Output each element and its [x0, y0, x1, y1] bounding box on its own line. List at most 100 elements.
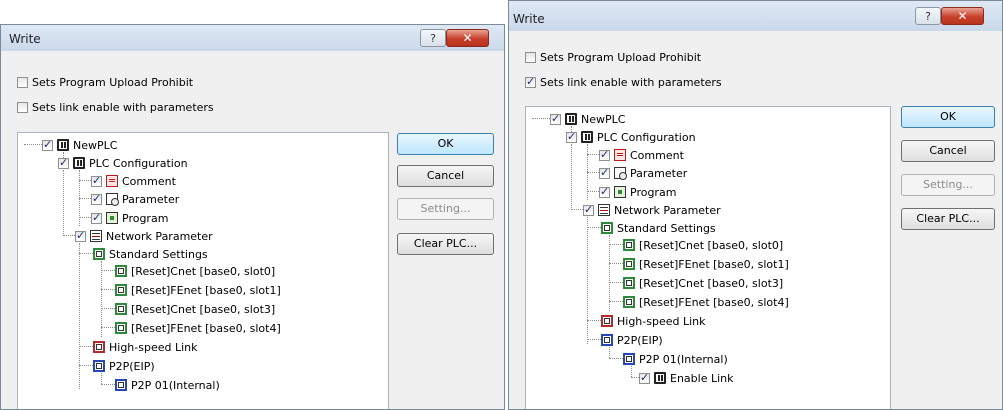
tree-node-standard-settings[interactable]: Standard Settings — [601, 220, 716, 236]
cancel-button[interactable]: Cancel — [397, 165, 494, 187]
tree-node-network-parameter[interactable]: Network Parameter — [75, 228, 213, 244]
module-icon — [601, 315, 613, 327]
tree-node-enable-link[interactable]: Enable Link — [639, 370, 734, 386]
module-icon — [623, 258, 635, 270]
tree-node-label: [Reset]FEnet [base0, slot4] — [639, 295, 789, 309]
upload-prohibit-option[interactable]: Sets Program Upload Prohibit — [525, 51, 701, 64]
plc-icon — [565, 113, 577, 125]
write-dialog-right: Write ? ✕ Sets Program Upload Prohibit S… — [508, 0, 1003, 410]
tree-checkbox[interactable] — [599, 148, 610, 161]
tree-node-parameter[interactable]: Parameter — [599, 165, 687, 181]
tree-node-label: Network Parameter — [106, 229, 213, 243]
tree-checkbox[interactable] — [566, 130, 577, 143]
tree-node-label: [Reset]FEnet [base0, slot4] — [131, 321, 281, 335]
tree-node-plc-configuration[interactable]: PLC Configuration — [58, 155, 188, 171]
plc-icon — [581, 131, 593, 143]
tree-checkbox[interactable] — [91, 174, 102, 187]
tree-node-label: High-speed Link — [109, 340, 198, 354]
module-icon — [115, 284, 127, 296]
link-enable-option[interactable]: Sets link enable with parameters — [17, 101, 214, 114]
tree-node-plc-configuration[interactable]: PLC Configuration — [566, 129, 696, 145]
tree-node-label: P2P 01(Internal) — [639, 352, 728, 366]
upload-prohibit-checkbox[interactable] — [17, 77, 28, 88]
upload-prohibit-label: Sets Program Upload Prohibit — [32, 76, 194, 89]
cancel-button[interactable]: Cancel — [901, 140, 995, 162]
tree-node-p2p-01-internal[interactable]: P2P 01(Internal) — [115, 377, 220, 393]
tree-node-high-speed-link[interactable]: High-speed Link — [93, 339, 198, 355]
write-tree[interactable]: NewPLC PLC Configuration Comment Paramet… — [525, 106, 891, 409]
tree-node-label: Comment — [122, 174, 176, 188]
upload-prohibit-checkbox[interactable] — [525, 52, 536, 63]
tree-checkbox[interactable] — [91, 192, 102, 205]
tree-node-label: Comment — [630, 148, 684, 162]
tree-node-label: Parameter — [630, 166, 688, 180]
tree-node-cnet-slot0[interactable]: [Reset]Cnet [base0, slot0] — [623, 237, 783, 253]
tree-node-p2p-01-internal[interactable]: P2P 01(Internal) — [623, 351, 728, 367]
tree-node-fenet-slot4[interactable]: [Reset]FEnet [base0, slot4] — [623, 294, 789, 310]
write-tree[interactable]: NewPLC PLC Configuration Comment Paramet… — [17, 132, 389, 409]
tree-node-cnet-slot0[interactable]: [Reset]Cnet [base0, slot0] — [115, 263, 275, 279]
comment-icon — [106, 175, 118, 187]
module-icon — [115, 303, 127, 315]
tree-node-label: Enable Link — [670, 371, 734, 385]
link-enable-checkbox[interactable] — [525, 75, 536, 88]
setting-button[interactable]: Setting... — [901, 174, 995, 196]
tree-checkbox[interactable] — [583, 203, 594, 216]
tree-node-comment[interactable]: Comment — [91, 173, 176, 189]
ok-button[interactable]: OK — [397, 133, 494, 155]
dialog-title: Write — [513, 12, 545, 26]
help-button[interactable]: ? — [420, 29, 446, 47]
tree-node-label: Standard Settings — [109, 247, 208, 261]
help-button[interactable]: ? — [915, 7, 941, 25]
tree-node-fenet-slot1[interactable]: [Reset]FEnet [base0, slot1] — [115, 282, 281, 298]
tree-node-label: Standard Settings — [617, 221, 716, 235]
tree-checkbox[interactable] — [58, 156, 69, 169]
tree-node-standard-settings[interactable]: Standard Settings — [93, 246, 208, 262]
tree-checkbox[interactable] — [550, 112, 561, 125]
module-icon — [623, 239, 635, 251]
tree-node-fenet-slot4[interactable]: [Reset]FEnet [base0, slot4] — [115, 320, 281, 336]
tree-checkbox[interactable] — [639, 371, 650, 384]
close-button[interactable]: ✕ — [941, 7, 984, 25]
tree-node-p2p-eip[interactable]: P2P(EIP) — [93, 358, 155, 374]
tree-checkbox[interactable] — [599, 166, 610, 179]
close-button[interactable]: ✕ — [446, 29, 489, 47]
tree-node-label: P2P(EIP) — [617, 333, 663, 347]
tree-node-label: P2P 01(Internal) — [131, 378, 220, 392]
ok-button[interactable]: OK — [901, 106, 995, 128]
tree-checkbox[interactable] — [75, 229, 86, 242]
tree-node-newplc[interactable]: NewPLC — [42, 137, 117, 153]
tree-node-newplc[interactable]: NewPLC — [550, 111, 625, 127]
tree-node-cnet-slot3[interactable]: [Reset]Cnet [base0, slot3] — [115, 301, 275, 317]
plc-icon — [654, 372, 666, 384]
clear-plc-button[interactable]: Clear PLC... — [901, 208, 995, 230]
link-enable-option[interactable]: Sets link enable with parameters — [525, 75, 722, 89]
write-dialog-left: Write ? ✕ Sets Program Upload Prohibit S… — [0, 24, 505, 410]
title-bar[interactable]: Write ? ✕ — [509, 1, 1002, 31]
tree-node-high-speed-link[interactable]: High-speed Link — [601, 313, 706, 329]
tree-node-comment[interactable]: Comment — [599, 147, 684, 163]
clear-plc-button[interactable]: Clear PLC... — [397, 233, 494, 255]
module-icon — [623, 277, 635, 289]
program-icon — [614, 186, 626, 198]
tree-node-label: [Reset]Cnet [base0, slot3] — [639, 276, 784, 290]
tree-node-fenet-slot1[interactable]: [Reset]FEnet [base0, slot1] — [623, 256, 789, 272]
tree-node-program[interactable]: Program — [599, 184, 676, 200]
tree-node-label: P2P(EIP) — [109, 359, 155, 373]
plc-icon — [57, 139, 69, 151]
title-bar[interactable]: Write ? ✕ — [1, 25, 504, 51]
link-enable-label: Sets link enable with parameters — [32, 101, 214, 114]
tree-node-program[interactable]: Program — [91, 210, 168, 226]
link-enable-checkbox[interactable] — [17, 102, 28, 113]
tree-node-parameter[interactable]: Parameter — [91, 191, 179, 207]
tree-node-p2p-eip[interactable]: P2P(EIP) — [601, 332, 663, 348]
tree-node-network-parameter[interactable]: Network Parameter — [583, 202, 721, 218]
upload-prohibit-option[interactable]: Sets Program Upload Prohibit — [17, 76, 193, 89]
tree-node-cnet-slot3[interactable]: [Reset]Cnet [base0, slot3] — [623, 275, 783, 291]
module-icon — [601, 334, 613, 346]
tree-checkbox[interactable] — [42, 138, 53, 151]
tree-checkbox[interactable] — [599, 185, 610, 198]
tree-checkbox[interactable] — [91, 211, 102, 224]
setting-button[interactable]: Setting... — [397, 198, 494, 220]
module-icon — [93, 360, 105, 372]
